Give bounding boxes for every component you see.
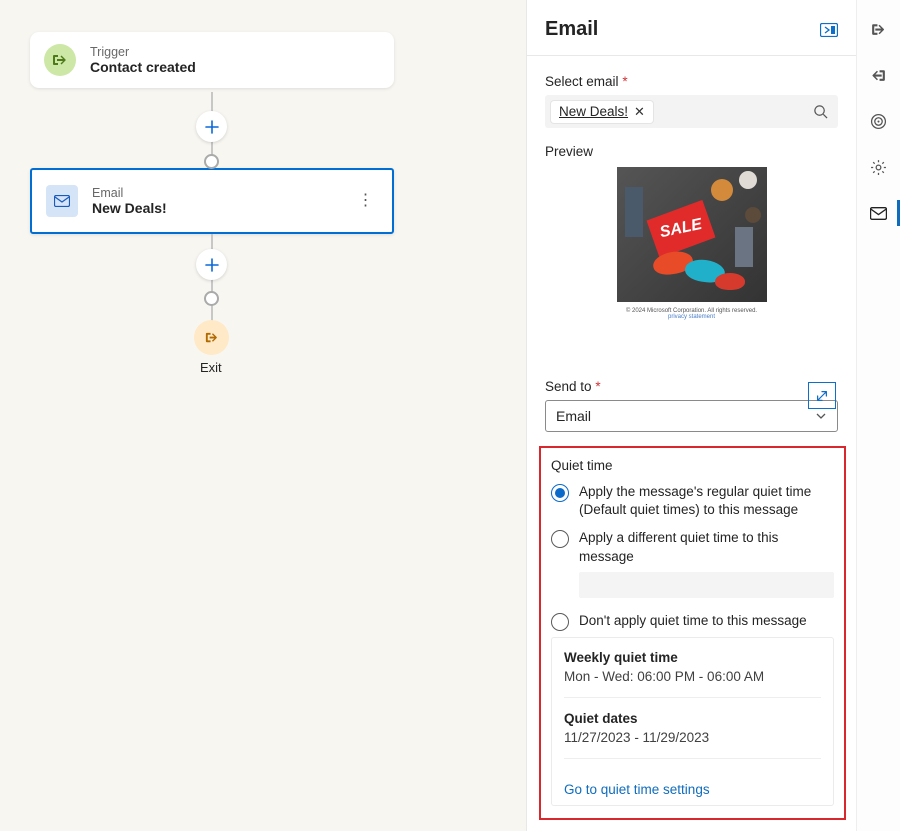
quiet-dates-value: 11/27/2023 - 11/29/2023 [564,730,821,745]
radio-icon [551,484,569,502]
chip-remove-icon[interactable]: ✕ [634,104,645,120]
anchor-node [204,291,219,306]
trigger-title: Contact created [90,59,380,75]
chevron-down-icon [815,410,827,422]
email-properties-panel: Email Select email * New Deals! ✕ Previe… [526,0,856,831]
weekly-quiet-title: Weekly quiet time [564,650,821,665]
node-more-menu[interactable]: ⋮ [354,198,378,204]
preview-label: Preview [545,144,838,159]
weekly-quiet-value: Mon - Wed: 06:00 PM - 06:00 AM [564,669,821,684]
exit-node[interactable] [194,320,229,355]
different-quiet-time-input[interactable] [579,572,834,598]
quiet-settings-link[interactable]: Go to quiet time settings [564,782,710,797]
select-email-input[interactable]: New Deals! ✕ [545,95,838,128]
add-step-button[interactable] [196,111,227,142]
quiet-time-title: Quiet time [551,458,834,473]
search-icon[interactable] [813,104,828,119]
radio-label: Apply the message's regular quiet time (… [579,483,834,519]
trigger-subtitle: Trigger [90,45,380,59]
quiet-option-regular[interactable]: Apply the message's regular quiet time (… [551,483,834,519]
chip-label: New Deals! [559,104,628,119]
preview-caption: © 2024 Microsoft Corporation. All rights… [626,308,757,320]
rail-exit-icon[interactable] [857,54,900,96]
anchor-node [204,154,219,169]
add-step-button[interactable] [196,249,227,280]
panel-title: Email [545,18,598,41]
divider [564,697,821,698]
quiet-time-section: Quiet time Apply the message's regular q… [539,446,846,820]
select-email-label: Select email * [545,74,838,89]
email-node[interactable]: Email New Deals! ⋮ [30,168,394,234]
sale-tag: SALE [644,199,717,259]
radio-icon [551,530,569,548]
quiet-time-summary: Weekly quiet time Mon - Wed: 06:00 PM - … [551,637,834,806]
rail-email-icon[interactable] [857,192,900,234]
radio-label: Don't apply quiet time to this message [579,612,807,630]
email-node-title: New Deals! [92,200,340,216]
email-subtitle: Email [92,186,340,200]
quiet-option-none[interactable]: Don't apply quiet time to this message [551,612,834,631]
journey-canvas[interactable]: Trigger Contact created Email New Deals!… [0,0,526,831]
right-icon-rail [856,0,900,831]
send-to-select[interactable]: Email [545,400,838,432]
selected-email-chip: New Deals! ✕ [551,101,653,123]
exit-label: Exit [200,360,222,375]
rail-enter-icon[interactable] [857,8,900,50]
email-icon [46,185,78,217]
quiet-option-different[interactable]: Apply a different quiet time to this mes… [551,529,834,565]
radio-icon [551,613,569,631]
trigger-node[interactable]: Trigger Contact created [30,32,394,88]
preview-image: SALE [617,167,767,302]
send-to-label: Send to * [545,379,838,394]
panel-collapse-icon[interactable] [820,23,838,37]
rail-settings-icon[interactable] [857,146,900,188]
expand-preview-button[interactable] [808,382,836,409]
rail-target-icon[interactable] [857,100,900,142]
trigger-enter-icon [44,44,76,76]
email-preview: SALE © 2024 Microsoft Corporation. All r… [545,167,838,337]
send-to-value: Email [556,408,591,424]
divider [564,758,821,759]
radio-label: Apply a different quiet time to this mes… [579,529,834,565]
quiet-dates-title: Quiet dates [564,711,821,726]
